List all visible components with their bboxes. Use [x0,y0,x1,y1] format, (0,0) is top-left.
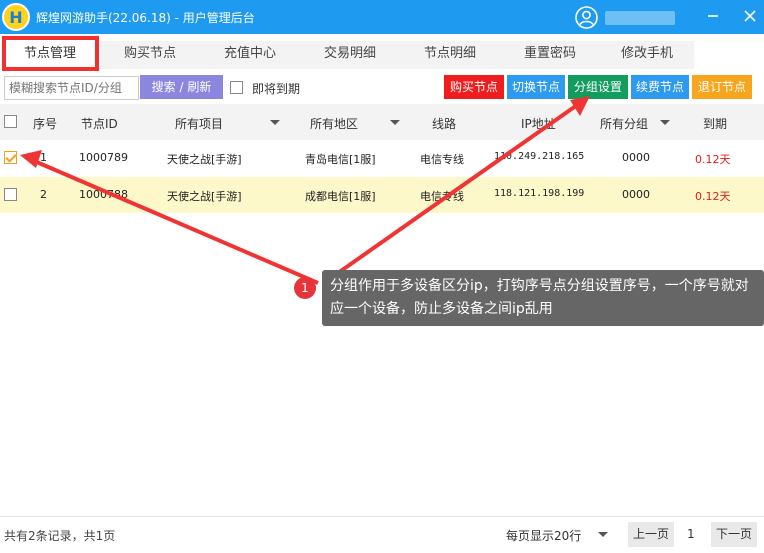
region-dropdown-icon[interactable] [390,120,400,125]
header-ip: IP地址 [521,117,556,131]
switch-node-button[interactable]: 切换节点 [507,75,565,99]
cancel-node-button[interactable]: 退订节点 [692,75,752,99]
search-input[interactable] [4,76,139,100]
row-checkbox[interactable] [4,188,17,201]
cell-seq: 1 [40,151,47,164]
cell-ip: 110.249.218.165 [494,151,585,162]
project-dropdown-icon[interactable] [270,120,280,125]
table-row[interactable]: 2 1000788 天使之战[手游] 成都电信[1服] 电信专线 118.121… [0,177,764,213]
cell-expire: 0.12天 [695,153,731,166]
tab-node-manage[interactable]: 节点管理 [0,41,100,69]
table-row[interactable]: 1 1000789 天使之战[手游] 青岛电信[1服] 电信专线 110.249… [0,140,764,176]
expire-soon-checkbox[interactable] [230,81,243,94]
cell-line: 电信专线 [420,153,464,166]
username-redacted [605,11,675,25]
header-line: 线路 [432,117,457,131]
toolbar: 搜索 / 刷新 即将到期 购买节点 切换节点 分组设置 续费节点 退订节点 [0,72,764,104]
cell-node-id: 1000789 [79,151,128,164]
user-avatar-icon[interactable] [575,6,598,29]
tab-buy-node[interactable]: 购买节点 [100,41,200,69]
current-page: 1 [687,527,695,541]
annotation-number-badge: 1 [294,277,316,299]
group-dropdown-icon[interactable] [660,120,670,125]
cell-group: 0000 [622,188,650,201]
cell-expire: 0.12天 [695,190,731,203]
prev-page-button[interactable]: 上一页 [628,522,674,547]
cell-region: 青岛电信[1服] [305,153,376,166]
table-header: 序号 节点ID 所有项目 所有地区 线路 IP地址 所有分组 到期 [0,104,764,140]
logo-letter: H [9,8,23,27]
cell-ip: 118.121.198.199 [494,188,585,199]
header-region-filter[interactable]: 所有地区 [310,115,358,132]
cell-project: 天使之战[手游] [167,153,242,166]
window-title: 辉煌网游助手(22.06.18) - 用户管理后台 [36,11,255,25]
tab-change-phone[interactable]: 修改手机 [600,41,694,69]
tab-bar: 节点管理 购买节点 充值中心 交易明细 节点明细 重置密码 修改手机 [0,34,764,70]
page-size-select[interactable]: 每页显示20行 [506,527,581,544]
record-count: 共有2条记录，共1页 [4,529,116,543]
cell-node-id: 1000788 [79,188,128,201]
group-settings-button[interactable]: 分组设置 [568,75,628,99]
header-group-filter[interactable]: 所有分组 [600,115,648,132]
page-size-dropdown-icon[interactable] [598,532,608,537]
search-refresh-button[interactable]: 搜索 / 刷新 [140,75,223,99]
header-node-id: 节点ID [81,117,118,131]
cell-seq: 2 [40,188,47,201]
expire-soon-label: 即将到期 [252,82,301,96]
cell-line: 电信专线 [420,190,464,203]
tab-transactions[interactable]: 交易明细 [300,41,400,69]
next-page-button[interactable]: 下一页 [711,522,757,547]
cell-region: 成都电信[1服] [305,190,376,203]
pagination-footer: 共有2条记录，共1页 每页显示20行 上一页 1 下一页 [0,516,764,553]
row-checkbox[interactable] [4,151,17,164]
header-seq: 序号 [33,117,58,131]
annotation-tooltip: 分组作用于多设备区分ip，打钩序号点分组设置序号，一个序号就对应一个设备，防止多… [322,270,764,326]
title-bar: H 辉煌网游助手(22.06.18) - 用户管理后台 [0,0,764,34]
cell-project: 天使之战[手游] [167,190,242,203]
header-project-filter[interactable]: 所有项目 [175,115,223,132]
header-expire: 到期 [703,117,728,131]
close-icon[interactable] [742,8,758,24]
renew-node-button[interactable]: 续费节点 [631,75,689,99]
minimize-icon[interactable] [705,8,721,24]
cell-group: 0000 [622,151,650,164]
tab-reset-password[interactable]: 重置密码 [500,41,600,69]
app-logo: H [2,3,30,31]
select-all-checkbox[interactable] [4,115,17,128]
tab-node-details[interactable]: 节点明细 [400,41,500,69]
buy-node-button[interactable]: 购买节点 [444,75,504,99]
tab-recharge[interactable]: 充值中心 [200,41,300,69]
